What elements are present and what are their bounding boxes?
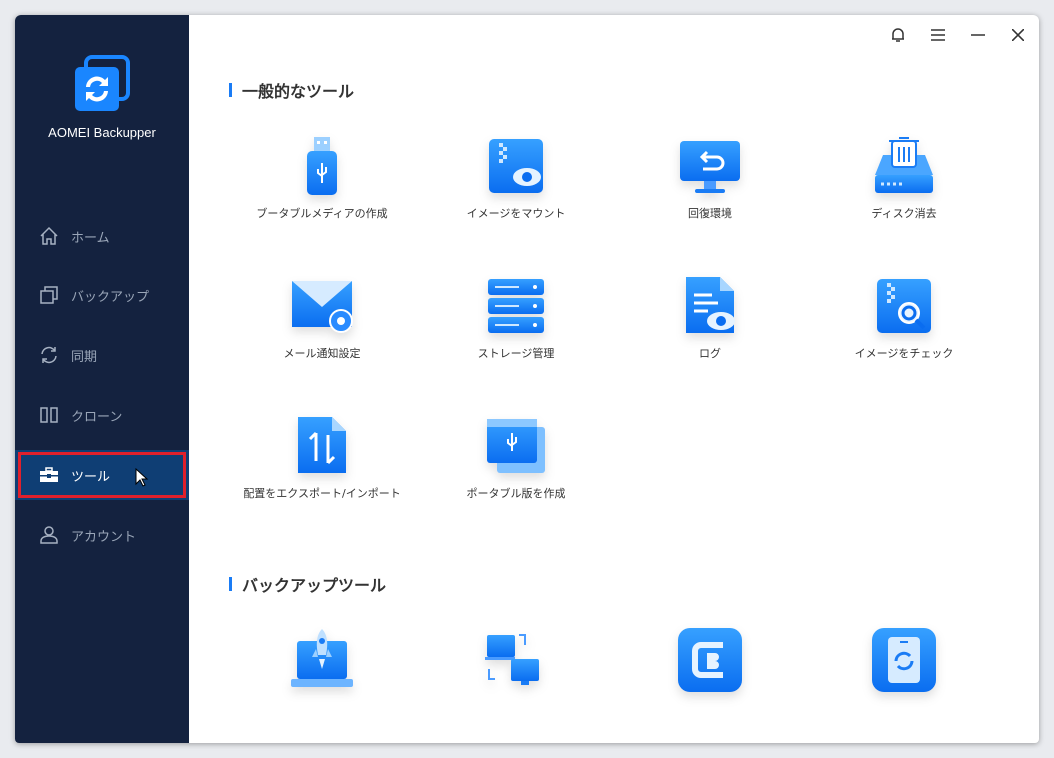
clone-icon: [39, 405, 59, 425]
app-name: AOMEI Backupper: [48, 125, 156, 140]
tool-label: ポータブル版を作成: [466, 487, 566, 500]
tool-recovery-environment[interactable]: 回復環境: [613, 135, 807, 221]
tool-label: イメージをマウント: [466, 207, 566, 220]
app-window: AOMEI Backupper ホーム バックアップ 同期 クローン ツール ア…: [15, 15, 1039, 743]
section-general-tools: 一般的なツール: [229, 78, 354, 102]
tool-label: 回復環境: [688, 207, 732, 220]
sidebar-item-label: アカウント: [71, 529, 137, 545]
minimize-icon: [971, 34, 985, 36]
sidebar-item-account[interactable]: アカウント: [15, 510, 189, 560]
home-icon: [39, 226, 59, 246]
recovery-env-icon: [680, 141, 740, 193]
backup-icon: [39, 285, 59, 305]
section-backup-tools: バックアップツール: [229, 572, 386, 596]
close-button[interactable]: [1006, 23, 1030, 47]
phone-sync-icon: [872, 628, 936, 692]
tool-export-import-config[interactable]: 配置をエクスポート/インポート: [225, 415, 419, 501]
tool-mount-image[interactable]: イメージをマウント: [419, 135, 613, 221]
sidebar-item-clone[interactable]: クローン: [15, 390, 189, 440]
bell-icon: [892, 28, 904, 42]
sidebar-item-backup[interactable]: バックアップ: [15, 270, 189, 320]
highlight-box: [18, 452, 186, 498]
tool-bootable-media[interactable]: ブータブルメディアの作成: [225, 135, 419, 221]
tool-label: ストレージ管理: [477, 347, 555, 360]
log-icon: [686, 277, 735, 333]
mouse-cursor-icon: [135, 468, 149, 487]
minimize-button[interactable]: [966, 23, 990, 47]
mail-settings-icon: [292, 281, 353, 333]
sync-icon: [39, 345, 59, 365]
tool-label: ディスク消去: [871, 207, 937, 220]
tool-create-portable[interactable]: ポータブル版を作成: [419, 415, 613, 501]
tool-backup-2[interactable]: [419, 627, 613, 693]
usb-icon: [307, 137, 337, 195]
close-icon: [1012, 29, 1024, 41]
menu-icon: [931, 29, 945, 41]
tool-label: メール通知設定: [283, 347, 361, 360]
section-title: 一般的なツール: [242, 82, 355, 101]
sidebar-item-label: ホーム: [71, 230, 110, 246]
tool-storage-management[interactable]: ストレージ管理: [419, 275, 613, 361]
tool-label: 配置をエクスポート/インポート: [243, 487, 401, 500]
sidebar-item-tools[interactable]: ツール: [15, 450, 189, 500]
tool-label: ログ: [699, 347, 721, 360]
cbackupper-icon: [678, 628, 742, 692]
tool-log[interactable]: ログ: [613, 275, 807, 361]
sidebar-item-label: クローン: [71, 409, 123, 425]
sidebar-item-home[interactable]: ホーム: [15, 211, 189, 261]
portable-icon: [487, 419, 545, 473]
tool-check-image[interactable]: イメージをチェック: [807, 275, 1001, 361]
tool-mail-notification[interactable]: メール通知設定: [225, 275, 419, 361]
mount-image-icon: [489, 139, 543, 193]
check-image-icon: [877, 279, 931, 333]
section-title: バックアップツール: [242, 576, 387, 595]
tool-backup-1[interactable]: [225, 627, 419, 693]
tool-disk-wipe[interactable]: ディスク消去: [807, 135, 1001, 221]
menu-button[interactable]: [926, 23, 950, 47]
bell-button[interactable]: [886, 23, 910, 47]
storage-icon: [488, 279, 544, 333]
sidebar-item-label: バックアップ: [71, 289, 150, 305]
tool-label: イメージをチェック: [854, 347, 954, 360]
export-import-icon: [298, 417, 346, 473]
tool-label: ブータブルメディアの作成: [256, 207, 388, 220]
disk-wipe-icon: [875, 137, 933, 193]
sidebar-item-sync[interactable]: 同期: [15, 330, 189, 380]
rocket-laptop-icon: [291, 629, 353, 687]
sidebar-item-label: 同期: [71, 349, 98, 365]
tool-backup-4[interactable]: [807, 627, 1001, 693]
image-transfer-icon: [485, 634, 539, 685]
sidebar: AOMEI Backupper ホーム バックアップ 同期 クローン ツール ア…: [15, 15, 189, 743]
aomei-logo-icon: [75, 55, 130, 111]
account-icon: [39, 525, 59, 545]
tool-backup-3[interactable]: [613, 627, 807, 693]
